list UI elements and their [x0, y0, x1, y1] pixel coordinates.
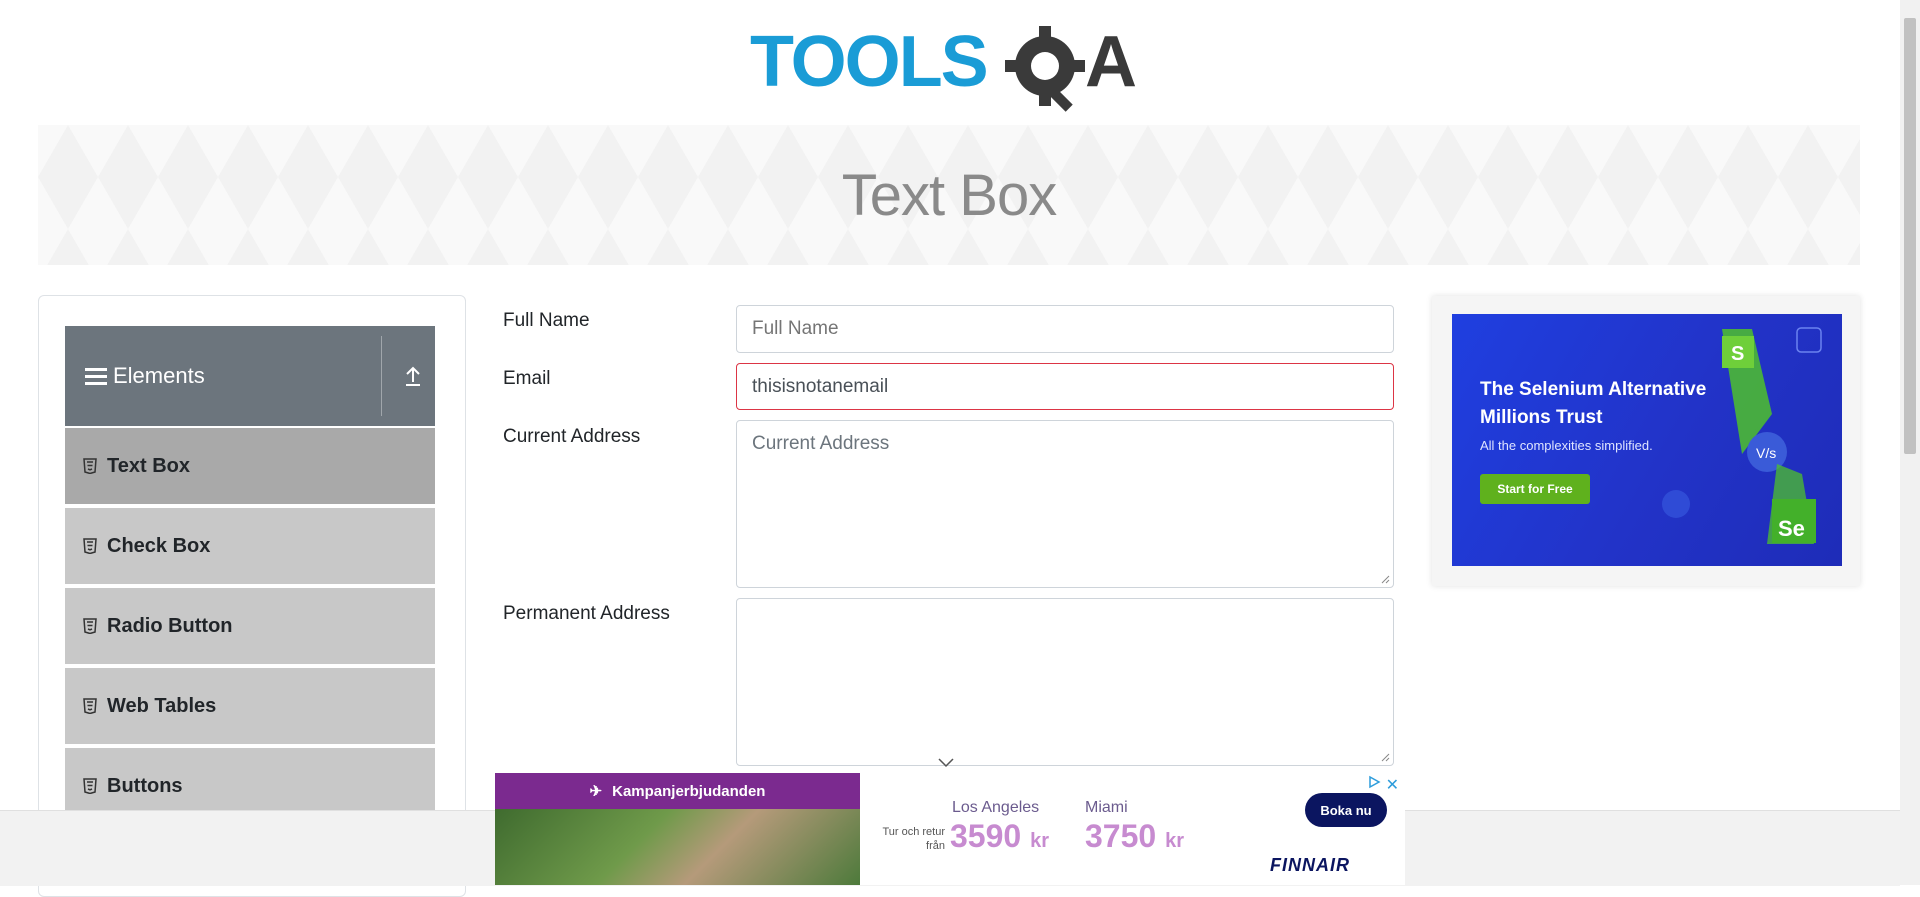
route-price: 3750 kr	[1085, 818, 1184, 855]
adchoices-icon[interactable]	[1367, 775, 1381, 789]
current-address-label: Current Address	[503, 426, 641, 447]
ad-photo	[495, 809, 860, 885]
svg-text:Se: Se	[1778, 516, 1805, 541]
sidebar-item-label: Radio Button	[107, 614, 233, 637]
ad-promo-banner: ✈ Kampanjerbjudanden	[495, 773, 860, 809]
email-input[interactable]	[736, 363, 1394, 410]
sidebar-item-radio-button[interactable]: Radio Button	[65, 586, 435, 664]
page-title: Text Box	[841, 162, 1057, 228]
svg-text:TOOLS: TOOLS	[750, 22, 987, 102]
route-city: Miami	[1085, 799, 1128, 816]
route-price-currency: kr	[1165, 830, 1184, 852]
route-city: Los Angeles	[952, 799, 1040, 816]
svg-text:A: A	[1085, 22, 1137, 102]
html-icon	[83, 538, 97, 554]
full-name-input[interactable]	[736, 305, 1394, 353]
email-label: Email	[503, 368, 551, 389]
close-icon[interactable]: ✕	[1386, 775, 1399, 795]
svg-text:V/s: V/s	[1756, 445, 1776, 461]
ad-headline: The Selenium Alternative Millions Trust	[1480, 379, 1707, 428]
permanent-address-textarea[interactable]	[736, 598, 1394, 766]
divider	[381, 336, 382, 416]
sidebar-item-label: Web Tables	[107, 694, 217, 717]
ad-subtext: All the complexities simplified.	[1480, 438, 1653, 453]
trip-note: Tur och retur från	[882, 826, 945, 852]
page-scrollbar[interactable]	[1900, 0, 1920, 885]
chevron-down-icon[interactable]	[937, 757, 955, 769]
route-price-value: 3750	[1085, 818, 1157, 854]
resize-handle-icon[interactable]	[1380, 752, 1390, 762]
bottom-ad[interactable]: ✈ Kampanjerbjudanden Tur och retur från …	[495, 773, 1405, 885]
html-icon	[83, 698, 97, 714]
elements-group-header[interactable]: Elements	[65, 326, 435, 426]
html-icon	[83, 778, 97, 794]
current-address-textarea[interactable]: Current Address	[736, 420, 1394, 588]
ad-start-button[interactable]: Start for Free	[1480, 474, 1590, 504]
scroll-thumb[interactable]	[1904, 18, 1916, 454]
ad-promo-text: Kampanjerbjudanden	[612, 782, 766, 800]
html-icon	[83, 458, 97, 474]
group-title: Elements	[113, 363, 205, 388]
resize-handle-icon[interactable]	[1380, 574, 1390, 584]
permanent-address-label: Permanent Address	[503, 603, 670, 624]
right-ad: S V/s Se The Selenium Alternative Millio…	[1432, 296, 1860, 586]
airplane-icon: ✈	[589, 783, 603, 800]
sidebar-item-text-box[interactable]: Text Box	[65, 426, 435, 504]
full-name-label: Full Name	[503, 310, 590, 331]
html-icon	[83, 618, 97, 634]
hamburger-icon	[85, 367, 107, 385]
ad-banner[interactable]: S V/s Se The Selenium Alternative Millio…	[1452, 314, 1842, 566]
sidebar-item-check-box[interactable]: Check Box	[65, 506, 435, 584]
sidebar-panel: Elements Text Box Check Box Radio Button…	[38, 295, 466, 897]
page-banner: Text Box	[38, 125, 1860, 265]
toolsqa-logo[interactable]: TOOLS A	[750, 18, 1150, 113]
sidebar-item-web-tables[interactable]: Web Tables	[65, 666, 435, 744]
book-now-button[interactable]: Boka nu	[1305, 793, 1387, 827]
sidebar-item-label: Buttons	[107, 774, 183, 797]
sidebar-item-label: Text Box	[107, 454, 190, 477]
collapse-up-icon[interactable]	[401, 364, 425, 388]
sidebar-item-label: Check Box	[107, 534, 211, 557]
current-address-placeholder: Current Address	[752, 433, 890, 454]
svg-text:S: S	[1731, 343, 1744, 365]
route-price: 3590 kr	[950, 818, 1049, 855]
route-price-value: 3590	[950, 818, 1022, 854]
ad-brand: FINNAIR	[1270, 855, 1350, 875]
route-price-currency: kr	[1030, 830, 1049, 852]
